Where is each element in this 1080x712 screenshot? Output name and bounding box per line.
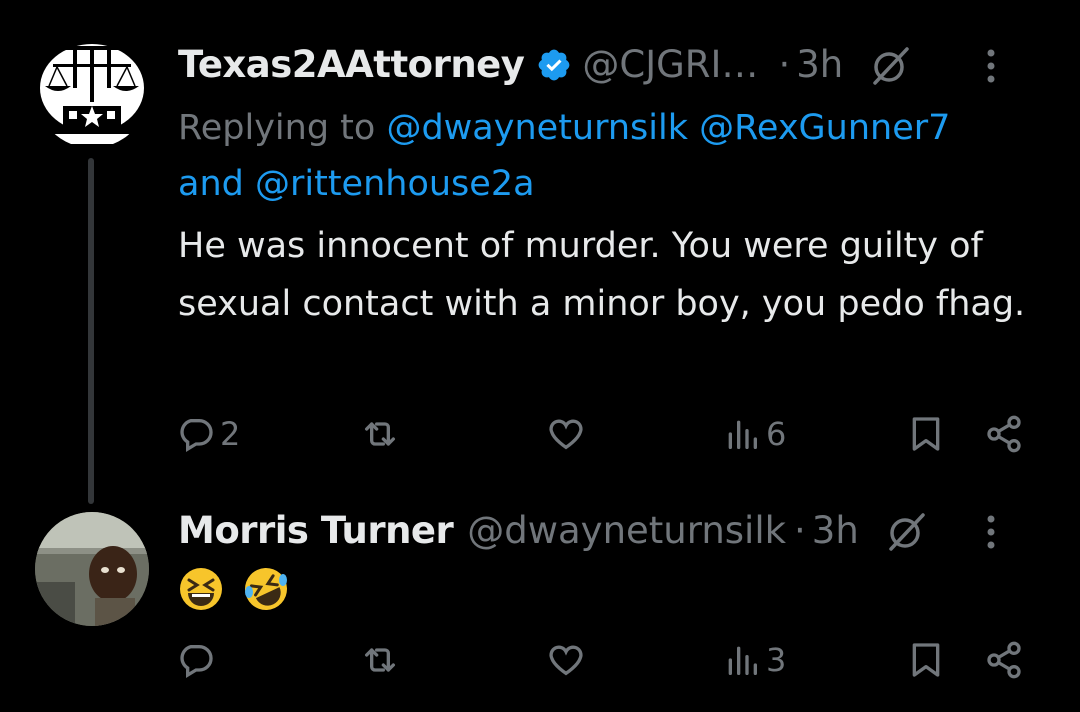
share-icon — [987, 415, 1021, 453]
heart-icon — [549, 419, 583, 450]
repost-icon — [365, 422, 395, 446]
reply-count: 2 — [220, 415, 241, 453]
display-name[interactable]: Texas2AAttorney — [178, 40, 525, 90]
timestamp[interactable]: 3h — [796, 40, 843, 90]
tweet-header: Texas2AAttorney @CJGRI… · 3h — [178, 40, 1040, 90]
bookmark-icon — [912, 643, 940, 677]
tweet-morris-turner[interactable]: Morris Turner @dwayneturnsilk · 3h 3 — [0, 500, 1080, 712]
views-icon — [728, 646, 757, 675]
tweet-actions: 2 6 — [170, 404, 1040, 464]
repost-button[interactable] — [360, 630, 400, 690]
avatar[interactable] — [35, 512, 149, 626]
views-button[interactable]: 3 — [722, 630, 786, 690]
more-options-icon[interactable] — [986, 514, 996, 550]
timestamp[interactable]: 3h — [812, 506, 859, 556]
verified-badge-icon — [539, 49, 570, 81]
repost-button[interactable] — [360, 404, 400, 464]
and-label: and — [178, 164, 244, 204]
tweet-body-text: He was innocent of murder. You were guil… — [178, 226, 1026, 324]
share-icon — [987, 641, 1021, 679]
share-button[interactable] — [984, 404, 1024, 464]
thread-connector-line — [88, 158, 94, 504]
more-options-icon[interactable] — [986, 48, 996, 84]
tweet-body-emojis — [178, 560, 1048, 616]
bookmark-icon — [912, 417, 940, 451]
bookmark-button[interactable] — [906, 630, 946, 690]
like-button[interactable] — [546, 404, 586, 464]
mention-link[interactable]: @dwayneturnsilk — [386, 108, 688, 148]
share-button[interactable] — [984, 630, 1024, 690]
bookmark-button[interactable] — [906, 404, 946, 464]
views-button[interactable]: 6 — [722, 404, 786, 464]
separator-dot: · — [794, 509, 806, 552]
reply-button[interactable] — [176, 630, 216, 690]
replying-to-line: Replying to @dwayneturnsilk @RexGunner7 … — [178, 100, 1038, 212]
reply-icon — [180, 419, 213, 452]
grok-icon[interactable] — [869, 43, 913, 87]
reply-icon — [180, 645, 213, 678]
tweet-actions: 3 — [170, 630, 1040, 690]
rolling-on-floor-laughing-icon — [245, 568, 288, 610]
mention-link[interactable]: @rittenhouse2a — [255, 164, 535, 204]
separator-dot: · — [778, 43, 791, 86]
scales-of-justice-logo — [35, 34, 149, 148]
views-count: 3 — [766, 641, 787, 679]
grinning-squinting-face-icon — [180, 568, 222, 610]
display-name[interactable]: Morris Turner — [178, 506, 454, 556]
heart-icon — [549, 645, 583, 676]
profile-photo — [35, 512, 149, 626]
views-count: 6 — [766, 415, 787, 453]
replying-to-label: Replying to — [178, 108, 376, 148]
tweet-texas2aattorney[interactable]: Texas2AAttorney @CJGRI… · 3h Replying to… — [0, 0, 1080, 504]
views-icon — [728, 420, 757, 449]
reply-button[interactable]: 2 — [176, 404, 240, 464]
like-button[interactable] — [546, 630, 586, 690]
grok-icon[interactable] — [885, 509, 929, 553]
repost-icon — [365, 648, 395, 672]
mention-link[interactable]: @RexGunner7 — [699, 108, 950, 148]
tweet-header: Morris Turner @dwayneturnsilk · 3h — [178, 506, 1040, 556]
user-handle[interactable]: @dwayneturnsilk — [467, 506, 786, 556]
user-handle[interactable]: @CJGRI… — [582, 40, 758, 90]
avatar[interactable] — [35, 34, 149, 148]
